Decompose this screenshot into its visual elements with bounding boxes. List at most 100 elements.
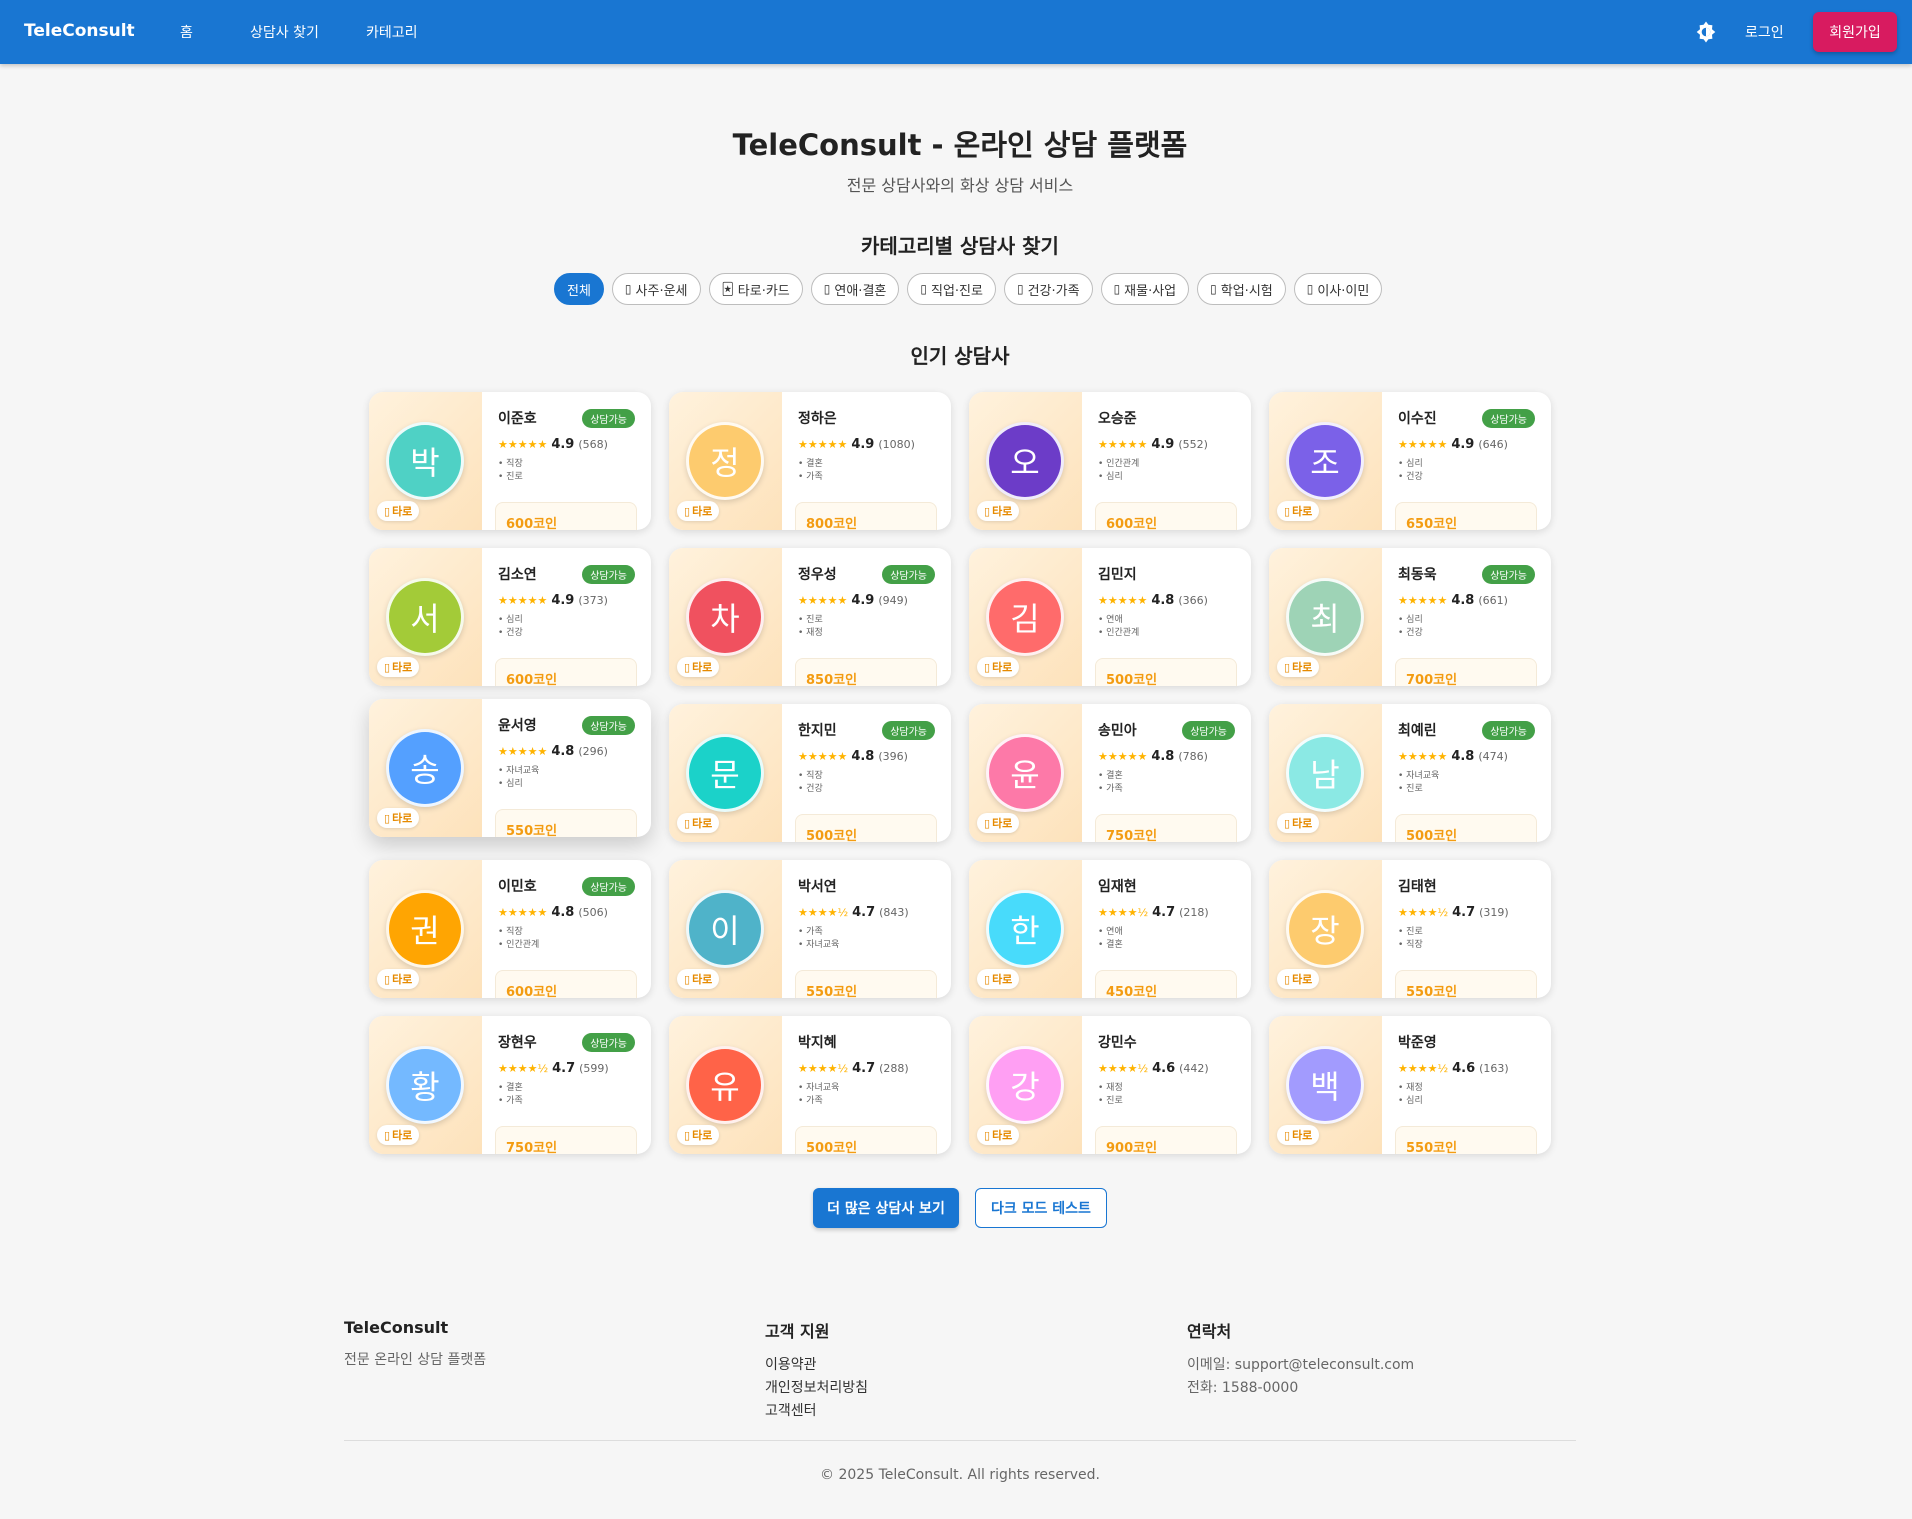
rating-row: ★★★★★ 4.9 (373)	[498, 593, 635, 608]
counselor-card[interactable]: 김 ▯ 타로 김민지 ★★★★★ 4.8 (366) • 연애 • 인간관계 500코인	[969, 548, 1251, 686]
counselor-card[interactable]: 정 ▯ 타로 정하은 ★★★★★ 4.9 (1080) • 결혼 • 가족 800코인	[669, 392, 951, 530]
avatar: 조	[1286, 422, 1364, 500]
counselor-card[interactable]: 장 ▯ 타로 김태현 ★★★★½ 4.7 (319) • 진로 • 직장 550코인	[1269, 860, 1551, 998]
brand-logo[interactable]: TeleConsult	[24, 21, 135, 41]
counselor-card[interactable]: 송 ▯ 타로 윤서영 상담가능 ★★★★★ 4.8 (296) • 자녀교육 • 심리 550코인	[369, 699, 651, 837]
counselor-card[interactable]: 강 ▯ 타로 강민수 ★★★★½ 4.6 (442) • 재정 • 진로 900코인	[969, 1016, 1251, 1154]
counselor-card[interactable]: 오 ▯ 타로 오승준 ★★★★★ 4.9 (552) • 인간관계 • 심리 600코인	[969, 392, 1251, 530]
avatar: 김	[986, 578, 1064, 656]
counselor-card[interactable]: 최 ▯ 타로 최동욱 상담가능 ★★★★★ 4.8 (661) • 심리 • 건강 700코인	[1269, 548, 1551, 686]
counselor-card[interactable]: 백 ▯ 타로 박준영 ★★★★½ 4.6 (163) • 재정 • 심리 550코인	[1269, 1016, 1551, 1154]
tag-icon: ▯	[384, 504, 391, 518]
counselor-card[interactable]: 서 ▯ 타로 김소연 상담가능 ★★★★★ 4.9 (373) • 심리 • 건강 600코인	[369, 548, 651, 686]
specialty-label: 심리	[1406, 615, 1423, 625]
category-icon: ▯	[823, 282, 831, 296]
login-button[interactable]: 로그인	[1745, 22, 1784, 42]
specialty-list: • 자녀교육 • 가족	[798, 1082, 935, 1108]
tag-icon: ▯	[1284, 816, 1291, 830]
category-chip-label: 전체	[567, 283, 591, 299]
status-badge: 상담가능	[1482, 720, 1535, 740]
hero-subtitle: 전문 상담사와의 화상 상담 서비스	[846, 176, 1074, 195]
signup-button[interactable]: 회원가입	[1813, 12, 1897, 52]
category-icon: ▯	[1113, 282, 1121, 296]
rating-row: ★★★★★ 4.9 (949)	[798, 593, 935, 608]
specialty-label: 가족	[1106, 784, 1123, 794]
specialty-list: • 직장 • 인간관계	[498, 926, 635, 952]
load-more-button[interactable]: 더 많은 상담사 보기	[813, 1188, 959, 1228]
tag-label: 타로	[1292, 817, 1313, 830]
nav-home[interactable]: 홈	[180, 22, 193, 42]
name-row: 윤서영 상담가능	[498, 715, 635, 735]
footer-link-privacy[interactable]: 개인정보처리방침	[765, 1377, 868, 1400]
specialty-list: • 자녀교육 • 진로	[1398, 770, 1535, 796]
nav-find-counselor[interactable]: 상담사 찾기	[250, 22, 319, 42]
specialty-item: • 건강	[798, 784, 823, 794]
tag-icon: ▯	[1284, 1128, 1291, 1142]
counselor-card[interactable]: 한 ▯ 타로 임재현 ★★★★½ 4.7 (218) • 연애 • 결혼 450코인	[969, 860, 1251, 998]
star-rating-icon: ★★★★★	[1098, 438, 1148, 451]
counselor-card[interactable]: 이 ▯ 타로 박서연 ★★★★½ 4.7 (843) • 가족 • 자녀교육 550코인	[669, 860, 951, 998]
footer-link-help-center[interactable]: 고객센터	[765, 1400, 868, 1423]
counselor-card-visual: 박 ▯ 타로	[369, 392, 482, 530]
rating-row: ★★★★½ 4.7 (218)	[1098, 905, 1235, 920]
specialty-item: • 인간관계	[1098, 459, 1140, 469]
category-chip[interactable]: ▯ 직업·진로	[907, 273, 996, 305]
counselor-card[interactable]: 차 ▯ 타로 정우성 상담가능 ★★★★★ 4.9 (949) • 진로 • 재정 850코인	[669, 548, 951, 686]
category-chip[interactable]: ▯ 이사·이민	[1293, 273, 1383, 305]
price: 800코인	[795, 502, 937, 530]
counselor-name: 최예린	[1398, 723, 1437, 739]
specialty-item: • 직장	[1398, 940, 1423, 950]
tag-label: 타로	[692, 817, 713, 830]
tag-icon: ▯	[384, 811, 391, 825]
counselor-card[interactable]: 유 ▯ 타로 박지혜 ★★★★½ 4.7 (288) • 자녀교육 • 가족 500코인	[669, 1016, 951, 1154]
tag-icon: ▯	[1284, 660, 1291, 674]
category-chip[interactable]: 🃏 타로·카드	[708, 273, 803, 305]
specialty-list: • 결혼 • 가족	[798, 458, 935, 484]
specialty-label: 심리	[1406, 1096, 1423, 1106]
star-rating-icon: ★★★★★	[1398, 750, 1448, 763]
counselor-card-visual: 강 ▯ 타로	[969, 1016, 1082, 1154]
specialty-item: • 가족	[798, 472, 823, 482]
category-chip[interactable]: ▯ 학업·시험	[1197, 273, 1286, 305]
status-badge: 상담가능	[582, 1032, 635, 1052]
counselor-card[interactable]: 권 ▯ 타로 이민호 상담가능 ★★★★★ 4.8 (506) • 직장 • 인간관계 600코인	[369, 860, 651, 998]
specialty-label: 인간관계	[506, 940, 540, 950]
review-count: (396)	[878, 750, 908, 763]
category-chip[interactable]: ▯ 재물·사업	[1100, 273, 1190, 305]
tag-icon: ▯	[384, 1128, 391, 1142]
avatar: 남	[1286, 734, 1364, 812]
category-chip-label: 타로·카드	[737, 283, 790, 299]
category-chip[interactable]: ▯ 사주·운세	[611, 273, 701, 305]
category-tag: ▯ 타로	[677, 1125, 720, 1145]
counselor-card-info: 송민아 상담가능 ★★★★★ 4.8 (786) • 결혼 • 가족 750코인	[1082, 704, 1251, 842]
counselor-card[interactable]: 박 ▯ 타로 이준호 상담가능 ★★★★★ 4.9 (568) • 직장 • 진로 600코인	[369, 392, 651, 530]
star-rating-icon: ★★★★★	[1098, 750, 1148, 763]
dark-mode-test-button[interactable]: 다크 모드 테스트	[975, 1188, 1107, 1228]
tag-label: 타로	[392, 661, 413, 674]
theme-toggle-icon[interactable]	[1694, 20, 1718, 44]
counselor-card[interactable]: 조 ▯ 타로 이수진 상담가능 ★★★★★ 4.9 (646) • 심리 • 건강 650코인	[1269, 392, 1551, 530]
price: 500코인	[795, 814, 937, 842]
specialty-label: 심리	[1406, 459, 1423, 469]
counselor-card-visual: 정 ▯ 타로	[669, 392, 782, 530]
category-chip[interactable]: 전체	[554, 273, 604, 305]
counselor-name: 이준호	[498, 411, 537, 427]
footer-link-terms[interactable]: 이용약관	[765, 1354, 868, 1377]
name-row: 이준호 상담가능	[498, 408, 635, 428]
counselor-card[interactable]: 윤 ▯ 타로 송민아 상담가능 ★★★★★ 4.8 (786) • 결혼 • 가족 750코인	[969, 704, 1251, 842]
tag-icon: ▯	[684, 504, 691, 518]
nav-category[interactable]: 카테고리	[366, 22, 418, 42]
category-chip[interactable]: ▯ 건강·가족	[1003, 273, 1093, 305]
counselor-card-visual: 조 ▯ 타로	[1269, 392, 1382, 530]
specialty-item: • 심리	[1398, 459, 1423, 469]
counselor-card[interactable]: 남 ▯ 타로 최예린 상담가능 ★★★★★ 4.8 (474) • 자녀교육 • 진로 500코인	[1269, 704, 1551, 842]
counselor-card[interactable]: 황 ▯ 타로 장현우 상담가능 ★★★★½ 4.7 (599) • 결혼 • 가족 750코인	[369, 1016, 651, 1154]
review-count: (366)	[1178, 594, 1208, 607]
avatar: 송	[386, 729, 464, 807]
counselor-card-visual: 김 ▯ 타로	[969, 548, 1082, 686]
tag-label: 타로	[692, 1129, 713, 1142]
rating-score: 4.6	[1152, 1061, 1176, 1076]
category-section-title: 카테고리별 상담사 찾기	[861, 234, 1059, 258]
counselor-card[interactable]: 문 ▯ 타로 한지민 상담가능 ★★★★★ 4.8 (396) • 직장 • 건강 500코인	[669, 704, 951, 842]
category-chip[interactable]: ▯ 연애·결혼	[810, 273, 900, 305]
